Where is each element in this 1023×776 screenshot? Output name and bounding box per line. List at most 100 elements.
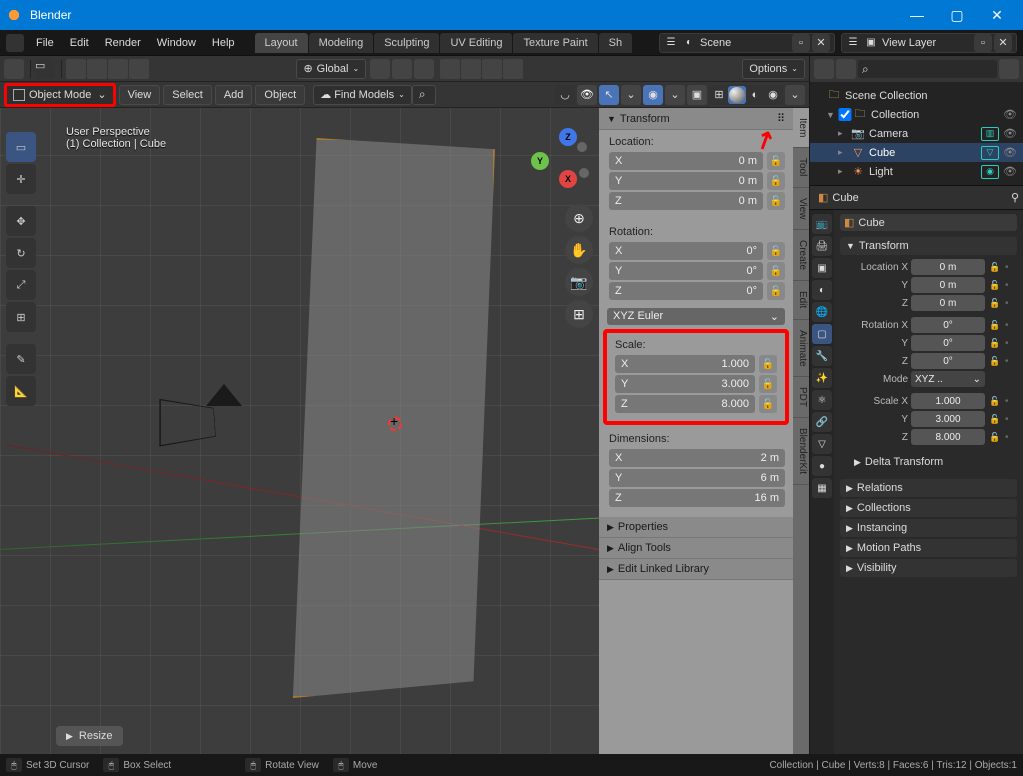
- gizmo-x-axis[interactable]: X: [559, 170, 577, 188]
- snap-icon[interactable]: [392, 59, 412, 79]
- ptab-constraints-icon[interactable]: 🔗: [812, 412, 832, 432]
- tool-rotate[interactable]: ↻: [6, 238, 36, 268]
- outliner-filter-icon[interactable]: [999, 59, 1019, 79]
- viewlayer-delete-button[interactable]: ✕: [994, 34, 1012, 52]
- lock-icon[interactable]: 🔓: [759, 355, 777, 373]
- ntab-animate[interactable]: Animate: [793, 320, 809, 378]
- interaction-mode-dropdown[interactable]: Object Mode ⌄: [4, 83, 116, 107]
- properties-subpanel[interactable]: ▶Properties: [599, 517, 793, 538]
- ntab-view[interactable]: View: [793, 188, 809, 231]
- perspective-button-icon[interactable]: ⊞: [565, 300, 593, 328]
- editlinked-subpanel[interactable]: ▶Edit Linked Library: [599, 559, 793, 580]
- solid-shading-icon[interactable]: [728, 86, 746, 104]
- ntab-pdt[interactable]: PDT: [793, 377, 809, 418]
- tool-select-box[interactable]: ▭: [6, 132, 36, 162]
- ptab-viewlayer-icon[interactable]: ▣: [812, 258, 832, 278]
- editor-type-icon[interactable]: [4, 59, 24, 79]
- search-asset-input[interactable]: [412, 85, 436, 105]
- ptab-physics-icon[interactable]: ⚛: [812, 390, 832, 410]
- selectability-icon[interactable]: 👁: [577, 85, 597, 105]
- visibility-icon[interactable]: ◡: [555, 85, 575, 105]
- shading-chevron-icon[interactable]: ⌄: [785, 85, 805, 105]
- p-loc-z[interactable]: 0 m: [911, 295, 985, 311]
- tool-annotate[interactable]: ✎: [6, 344, 36, 374]
- outliner-view-icon[interactable]: [836, 59, 856, 79]
- navigation-gizmo[interactable]: Z Y X: [531, 128, 593, 190]
- props-motionpaths-header[interactable]: ▶Motion Paths: [840, 539, 1017, 557]
- props-relations-header[interactable]: ▶Relations: [840, 479, 1017, 497]
- p-scale-y[interactable]: 3.000: [911, 411, 985, 427]
- p-rot-mode-dropdown[interactable]: XYZ .. ⌄: [911, 371, 985, 387]
- ntab-create[interactable]: Create: [793, 230, 809, 281]
- p-loc-x[interactable]: 0 m: [911, 259, 985, 275]
- eye-icon[interactable]: 👁: [1003, 127, 1019, 140]
- viewlayer-browse-icon[interactable]: ☰: [846, 36, 860, 50]
- menu-window[interactable]: Window: [149, 33, 204, 53]
- tree-scene-collection[interactable]: 🗀 Scene Collection: [810, 86, 1023, 105]
- lock-icon[interactable]: 🔓: [988, 318, 1002, 332]
- ptab-scene-icon[interactable]: ◐: [812, 280, 832, 300]
- cursor-tool-icon[interactable]: ▭: [35, 59, 55, 79]
- gizmo-neg-axis-1[interactable]: [579, 168, 589, 178]
- lock-icon[interactable]: 🔓: [767, 152, 785, 170]
- object-name-input[interactable]: [858, 217, 1013, 229]
- lock-icon[interactable]: 🔓: [988, 296, 1002, 310]
- lock-icon[interactable]: 🔓: [759, 395, 777, 413]
- tab-layout[interactable]: Layout: [255, 33, 308, 53]
- p-rot-x[interactable]: 0°: [911, 317, 985, 333]
- pin-icon[interactable]: ⚲: [1011, 191, 1019, 204]
- camera-data-icon[interactable]: ▥: [981, 127, 999, 141]
- eye-icon[interactable]: 👁: [1003, 108, 1019, 121]
- gizmo-neg-axis-2[interactable]: [577, 142, 587, 152]
- lock-icon[interactable]: 🔓: [988, 336, 1002, 350]
- loc-z-field[interactable]: Z0 m: [609, 192, 763, 210]
- mesh-data-icon[interactable]: ▽: [981, 146, 999, 160]
- ptab-world-icon[interactable]: 🌐: [812, 302, 832, 322]
- menu-render[interactable]: Render: [97, 33, 149, 53]
- object-name-field[interactable]: ◧: [840, 214, 1017, 231]
- select-menu[interactable]: Select: [163, 85, 212, 105]
- transform-orientation-dropdown[interactable]: ⊕ Global ⌄: [296, 59, 366, 79]
- zoom-button-icon[interactable]: ⊕: [565, 204, 593, 232]
- collection-enable-checkbox[interactable]: [838, 108, 852, 121]
- tool-scale[interactable]: ⤢: [6, 270, 36, 300]
- pan-button-icon[interactable]: ✋: [565, 236, 593, 264]
- loc-x-field[interactable]: X0 m: [609, 152, 763, 170]
- scale-z-field[interactable]: Z8.000: [615, 395, 755, 413]
- rot-z-field[interactable]: Z0°: [609, 282, 763, 300]
- viewlayer-name-input[interactable]: [882, 37, 972, 49]
- tree-item-camera[interactable]: ▸ 📷 Camera ▥ 👁: [810, 124, 1023, 143]
- outliner-display-mode-icon[interactable]: [814, 59, 834, 79]
- eye-icon[interactable]: 👁: [1003, 165, 1019, 178]
- tool-measure[interactable]: 📐: [6, 376, 36, 406]
- menu-file[interactable]: File: [28, 33, 62, 53]
- viewlayer-new-button[interactable]: ▫: [974, 34, 992, 52]
- props-instancing-header[interactable]: ▶Instancing: [840, 519, 1017, 537]
- rendered-shading-icon[interactable]: ◉: [764, 86, 782, 104]
- view-menu[interactable]: View: [119, 85, 161, 105]
- ntab-tool[interactable]: Tool: [793, 148, 809, 187]
- loc-y-field[interactable]: Y0 m: [609, 172, 763, 190]
- menu-edit[interactable]: Edit: [62, 33, 97, 53]
- outliner-search-input[interactable]: [858, 60, 997, 78]
- lock-icon[interactable]: 🔓: [988, 260, 1002, 274]
- scene-selector[interactable]: ☰ ◐ ▫ ✕: [659, 33, 835, 53]
- scene-browse-icon[interactable]: ☰: [664, 36, 678, 50]
- tool-cursor[interactable]: ✛: [6, 164, 36, 194]
- p-scale-z[interactable]: 8.000: [911, 429, 985, 445]
- lock-icon[interactable]: 🔓: [759, 375, 777, 393]
- outliner-tree[interactable]: 🗀 Scene Collection ▼ 🗀 Collection 👁 ▸ 📷 …: [810, 82, 1023, 185]
- gizmo-z-axis[interactable]: Z: [559, 128, 577, 146]
- object-menu[interactable]: Object: [255, 85, 305, 105]
- props-transform-header[interactable]: ▼Transform: [840, 237, 1017, 255]
- blender-icon[interactable]: [6, 34, 24, 52]
- tab-sculpting[interactable]: Sculpting: [374, 33, 439, 53]
- lock-icon[interactable]: 🔓: [988, 354, 1002, 368]
- aligntools-subpanel[interactable]: ▶Align Tools: [599, 538, 793, 559]
- delta-transform-header[interactable]: ▶Delta Transform: [848, 453, 1015, 471]
- gizmo-options-chevron-icon[interactable]: ⌄: [621, 85, 641, 105]
- tool-move[interactable]: ✥: [6, 206, 36, 236]
- pivot-icon[interactable]: [370, 59, 390, 79]
- ptab-object-icon[interactable]: ▢: [812, 324, 832, 344]
- lock-icon[interactable]: 🔓: [988, 412, 1002, 426]
